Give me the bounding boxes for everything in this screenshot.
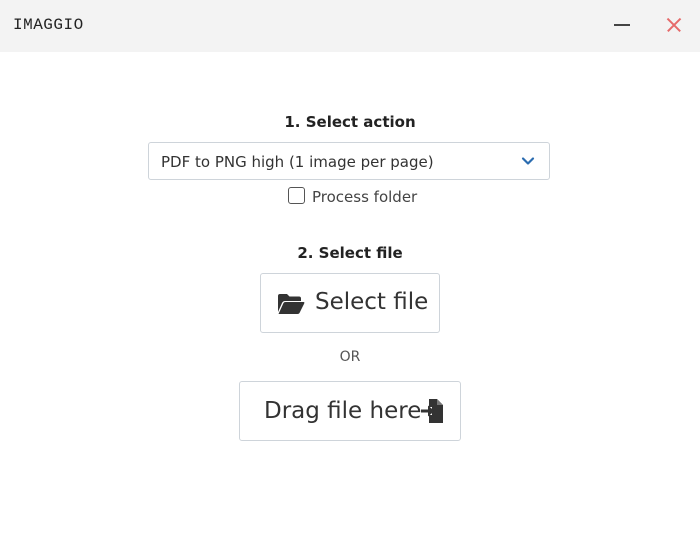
action-select-value: PDF to PNG high (1 image per page): [161, 153, 434, 171]
select-file-label: Select file: [315, 289, 429, 315]
app-title: IMAGGIO: [13, 16, 84, 34]
file-import-icon: [421, 399, 443, 423]
minimize-icon: [614, 24, 630, 26]
select-file-heading: 2. Select file: [297, 244, 403, 262]
close-icon: [666, 17, 682, 33]
minimize-button[interactable]: [602, 10, 642, 40]
select-action-heading: 1. Select action: [284, 113, 416, 131]
drag-file-label: Drag file here: [264, 398, 422, 424]
select-file-button[interactable]: Select file: [260, 273, 440, 333]
process-folder-label: Process folder: [312, 188, 418, 206]
folder-open-icon: [278, 294, 305, 314]
chevron-down-icon: [521, 157, 535, 165]
process-folder-checkbox[interactable]: [288, 187, 305, 204]
or-separator: OR: [339, 349, 361, 365]
close-button[interactable]: [654, 10, 694, 40]
title-bar: IMAGGIO: [0, 0, 700, 52]
action-select[interactable]: PDF to PNG high (1 image per page): [148, 142, 550, 180]
drag-file-dropzone[interactable]: Drag file here: [239, 381, 461, 441]
